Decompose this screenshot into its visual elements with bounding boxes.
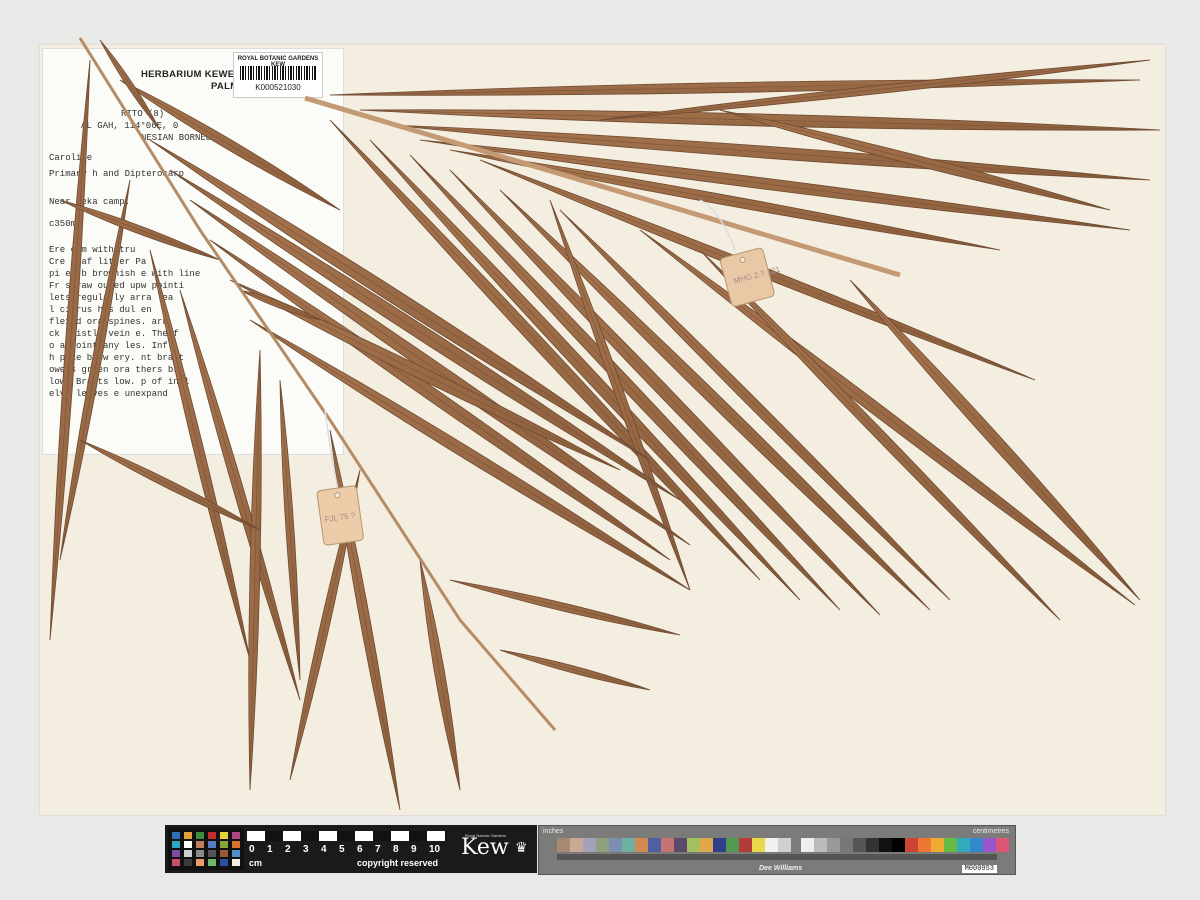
leaflet-vein xyxy=(419,559,461,791)
leaflet-vein xyxy=(149,249,251,661)
leaflet-vein xyxy=(639,229,1136,606)
color-patch xyxy=(918,838,931,852)
color-swatch xyxy=(196,841,204,848)
color-patch xyxy=(622,838,635,852)
ruler-number: 0 xyxy=(249,844,255,855)
color-swatch xyxy=(184,859,192,866)
color-patch xyxy=(840,838,853,852)
color-swatch xyxy=(172,859,180,866)
color-swatch xyxy=(196,832,204,839)
palm-leaf-specimen: MHG 2.? 121 FJL 75 ? xyxy=(49,37,1161,811)
color-swatch xyxy=(220,859,228,866)
color-patch xyxy=(892,838,905,852)
color-swatch xyxy=(232,841,240,848)
color-card-density-strip xyxy=(557,854,997,860)
ruler-number: 8 xyxy=(393,844,399,855)
color-patch xyxy=(726,838,739,852)
ruler-number: 3 xyxy=(303,844,309,855)
color-card-left-label: inches xyxy=(543,828,564,835)
color-swatch xyxy=(196,850,204,857)
color-patch xyxy=(983,838,996,852)
color-swatch-grid xyxy=(168,828,244,870)
color-patch xyxy=(827,838,840,852)
ruler-number: 6 xyxy=(357,844,363,855)
color-swatch xyxy=(208,832,216,839)
color-patch xyxy=(661,838,674,852)
color-card-right-label: centimetres xyxy=(972,828,1009,835)
color-patch xyxy=(996,838,1009,852)
color-swatch xyxy=(208,859,216,866)
color-patch xyxy=(778,838,791,852)
leaflet-vein xyxy=(49,59,91,641)
kew-logo: Kew xyxy=(461,835,509,860)
color-patch xyxy=(905,838,918,852)
color-swatch xyxy=(232,859,240,866)
color-patch xyxy=(970,838,983,852)
color-swatch xyxy=(172,850,180,857)
color-patch xyxy=(570,838,583,852)
color-patch xyxy=(853,838,866,852)
color-patch xyxy=(557,838,570,852)
ruler-number: 1 xyxy=(267,844,273,855)
color-patch xyxy=(801,838,814,852)
ruler-number: 9 xyxy=(411,844,417,855)
ruler-number: 7 xyxy=(375,844,381,855)
leaflet-vein xyxy=(409,154,841,611)
color-swatch xyxy=(220,841,228,848)
color-patch xyxy=(713,838,726,852)
leaflet-vein xyxy=(449,579,681,636)
color-patch xyxy=(931,838,944,852)
copyright-text: copyright reserved xyxy=(357,858,439,868)
color-patch xyxy=(814,838,827,852)
color-calibration-card: inches centimetres Dee Williams M000953 xyxy=(538,825,1016,875)
color-patch xyxy=(687,838,700,852)
color-swatch xyxy=(208,841,216,848)
color-swatch xyxy=(184,850,192,857)
color-patch xyxy=(739,838,752,852)
color-swatch xyxy=(232,850,240,857)
ruler-number: 10 xyxy=(429,844,441,855)
color-patch xyxy=(583,838,596,852)
color-patch xyxy=(944,838,957,852)
color-swatch xyxy=(232,832,240,839)
scale-bar: 0 1 2 3 4 5 6 7 8 9 10 cm copyright reserved Royal… xyxy=(165,825,537,873)
color-patch xyxy=(596,838,609,852)
crest-icon: ♛ xyxy=(515,839,528,855)
leaflet-vein xyxy=(499,649,651,691)
ruler-number: 4 xyxy=(321,844,327,855)
color-swatch xyxy=(220,832,228,839)
color-swatch xyxy=(220,850,228,857)
color-card-brand: Dee Williams xyxy=(759,865,803,872)
color-swatch xyxy=(196,859,204,866)
color-patch xyxy=(674,838,687,852)
color-swatch xyxy=(184,841,192,848)
color-patch xyxy=(957,838,970,852)
color-swatch xyxy=(184,832,192,839)
ruler-number: 5 xyxy=(339,844,345,855)
color-patch xyxy=(609,838,622,852)
color-patch xyxy=(700,838,713,852)
color-patch xyxy=(635,838,648,852)
color-patch xyxy=(866,838,879,852)
color-patch xyxy=(765,838,778,852)
color-swatch xyxy=(172,832,180,839)
leaflet-vein xyxy=(329,429,401,811)
ruler-unit: cm xyxy=(249,858,263,868)
color-patch xyxy=(879,838,892,852)
color-patch xyxy=(648,838,661,852)
color-swatch xyxy=(172,841,180,848)
leaflet-vein xyxy=(59,199,221,261)
ruler-number: 2 xyxy=(285,844,291,855)
left-rachis xyxy=(78,37,557,731)
color-card-id: M000953 xyxy=(961,865,997,873)
color-patch xyxy=(752,838,765,852)
color-swatch xyxy=(208,850,216,857)
